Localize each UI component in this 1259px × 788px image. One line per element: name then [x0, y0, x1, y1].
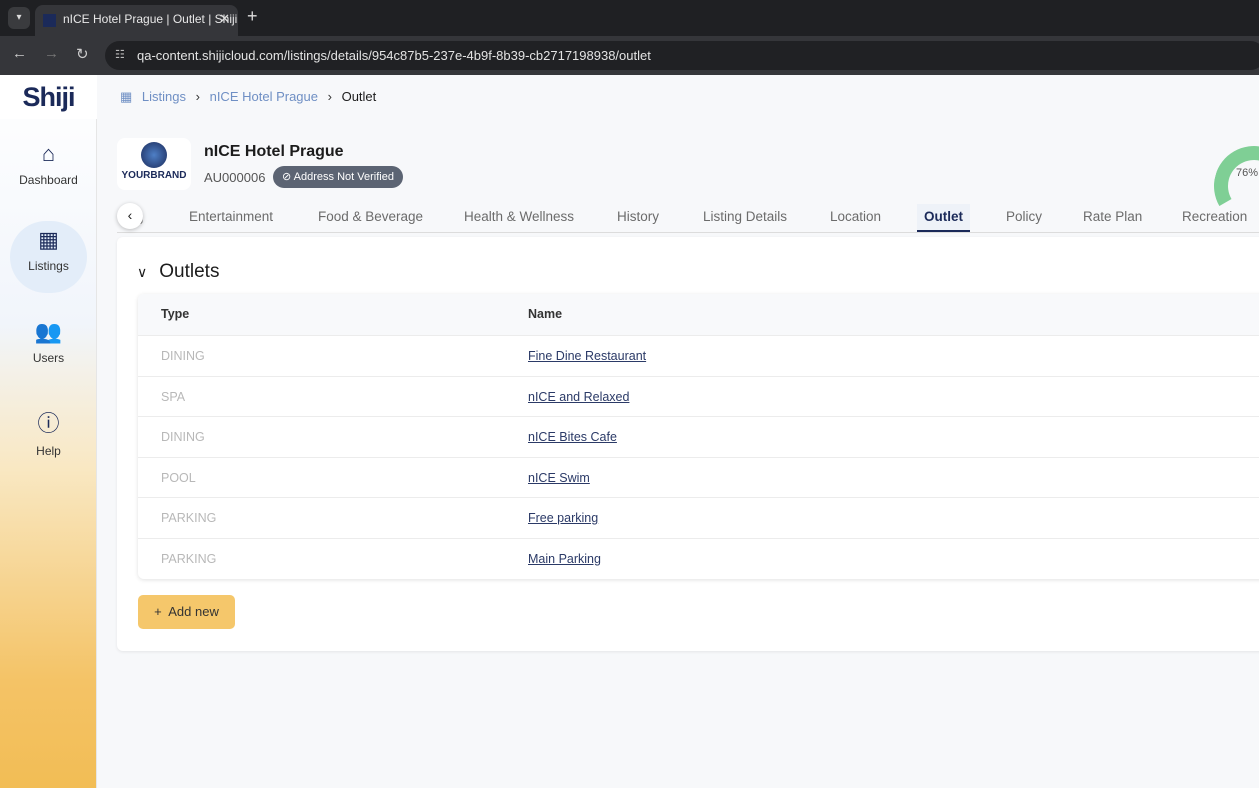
outlet-name-link[interactable]: nICE Bites Cafe — [528, 417, 617, 457]
sidebar-item-users[interactable]: 👥 Users — [10, 313, 87, 385]
help-icon: ⓘ — [37, 411, 60, 436]
url-text: qa-content.shijicloud.com/listings/detai… — [137, 48, 651, 63]
tab-location[interactable]: Location — [830, 209, 881, 224]
table-row: PARKING Main Parking — [138, 539, 1259, 580]
outlet-name-link[interactable]: nICE Swim — [528, 458, 590, 498]
completion-value: 76% — [1236, 167, 1259, 179]
tab-recreation[interactable]: Recreation — [1182, 209, 1247, 224]
section-header[interactable]: ∨ Outlets — [137, 261, 219, 283]
sidebar-item-label: Help — [36, 444, 61, 458]
table-row: DINING Fine Dine Restaurant — [138, 336, 1259, 377]
listing-id: AU000006 — [204, 170, 266, 185]
building-icon: ▦ — [120, 89, 133, 104]
column-name: Name — [528, 307, 563, 321]
outlet-type: DINING — [161, 349, 205, 363]
tab-search-button[interactable]: ▾ — [8, 7, 30, 29]
home-icon: ⌂ — [41, 141, 56, 166]
breadcrumb-hotel[interactable]: nICE Hotel Prague — [210, 89, 318, 104]
sidebar-item-dashboard[interactable]: ⌂ Dashboard — [10, 135, 87, 207]
section-title: Outlets — [159, 261, 220, 282]
brand-mark-icon — [141, 142, 167, 168]
tab-entertainment[interactable]: Entertainment — [189, 209, 273, 224]
section-tabs: g ‹ Entertainment Food & Beverage Health… — [117, 203, 1259, 233]
browser-tab-bar: ▾ nICE Hotel Prague | Outlet | Shiji ✕ + — [0, 0, 1259, 36]
tab-rate-plan[interactable]: Rate Plan — [1083, 209, 1142, 224]
brand-logo: YOURBRAND — [117, 138, 191, 190]
check-circle-icon: ⊘ — [282, 171, 292, 183]
outlet-type: PARKING — [161, 511, 217, 525]
url-input[interactable]: ☷ qa-content.shijicloud.com/listings/det… — [105, 41, 1259, 70]
back-icon[interactable]: ← — [12, 45, 27, 62]
table-row: PARKING Free parking — [138, 498, 1259, 539]
building-icon: ▦ — [38, 227, 59, 252]
scroll-left-button[interactable]: ‹ — [117, 203, 143, 229]
outlet-type: DINING — [161, 430, 205, 444]
outlet-type: SPA — [161, 389, 186, 404]
table-row: POOL nICE Swim — [138, 458, 1259, 498]
outlet-name-link[interactable]: Fine Dine Restaurant — [528, 336, 646, 376]
shiji-logo[interactable]: Shiji — [0, 75, 97, 119]
sidebar-item-label: Users — [32, 351, 65, 365]
chevron-right-icon: › — [327, 89, 332, 104]
tab-policy[interactable]: Policy — [1006, 209, 1042, 224]
table-row: SPA nICE and Relaxed — [138, 377, 1259, 417]
breadcrumb: ▦ Listings › nICE Hotel Prague › Outlet — [120, 89, 382, 105]
tab-health-wellness[interactable]: Health & Wellness — [464, 209, 574, 224]
table-header: Type Name — [138, 294, 1259, 336]
outlets-card: ∨ Outlets Type Name DINING Fine Dine Resta… — [117, 237, 1259, 651]
forward-icon[interactable]: → — [44, 45, 59, 62]
plus-icon: + — [154, 604, 162, 619]
tab-listing-details[interactable]: Listing Details — [703, 209, 787, 224]
outlets-table: Type Name DINING Fine Dine Restaurant SPA… — [138, 294, 1259, 579]
favicon-icon — [43, 14, 56, 27]
outlet-name-link[interactable]: Free parking — [528, 498, 598, 538]
chevron-down-icon[interactable]: ∨ — [137, 264, 147, 280]
address-status-badge: ⊘ Address Not Verified — [273, 166, 403, 188]
add-new-button[interactable]: + Add new — [138, 595, 235, 629]
sidebar: Shiji ⌂ Dashboard ▦ Listings 👥 Users ⓘ Help — [0, 75, 97, 788]
listing-title: nICE Hotel Prague — [204, 143, 344, 160]
address-bar: ← → ↻ ☷ qa-content.shijicloud.com/listin… — [0, 36, 1259, 75]
sidebar-item-help[interactable]: ⓘ Help — [10, 400, 87, 472]
tab-food-beverage[interactable]: Food & Beverage — [318, 209, 423, 224]
outlet-name-link[interactable]: Main Parking — [528, 539, 601, 579]
table-row: DINING nICE Bites Cafe — [138, 417, 1259, 458]
outlet-type: POOL — [161, 470, 196, 485]
sidebar-item-label: Dashboard — [19, 173, 78, 187]
reload-icon[interactable]: ↻ — [76, 45, 89, 63]
close-tab-icon[interactable]: ✕ — [219, 11, 230, 27]
outlet-name-link[interactable]: nICE and Relaxed — [528, 377, 629, 417]
browser-tab[interactable]: nICE Hotel Prague | Outlet | Shiji ✕ — [35, 5, 238, 36]
tab-outlet[interactable]: Outlet — [917, 204, 970, 232]
sidebar-item-label: Listings — [28, 259, 69, 273]
new-tab-button[interactable]: + — [247, 6, 258, 27]
site-settings-icon[interactable]: ☷ — [115, 41, 125, 70]
column-type: Type — [161, 307, 190, 321]
breadcrumb-current: Outlet — [341, 89, 377, 104]
users-icon: 👥 — [34, 319, 63, 344]
tab-title: nICE Hotel Prague | Outlet | Shiji — [63, 12, 238, 26]
outlet-type: PARKING — [161, 551, 217, 566]
sidebar-item-listings[interactable]: ▦ Listings — [10, 221, 87, 293]
chevron-right-icon: › — [195, 89, 200, 104]
breadcrumb-listings[interactable]: Listings — [142, 89, 186, 104]
tab-history[interactable]: History — [617, 209, 659, 224]
